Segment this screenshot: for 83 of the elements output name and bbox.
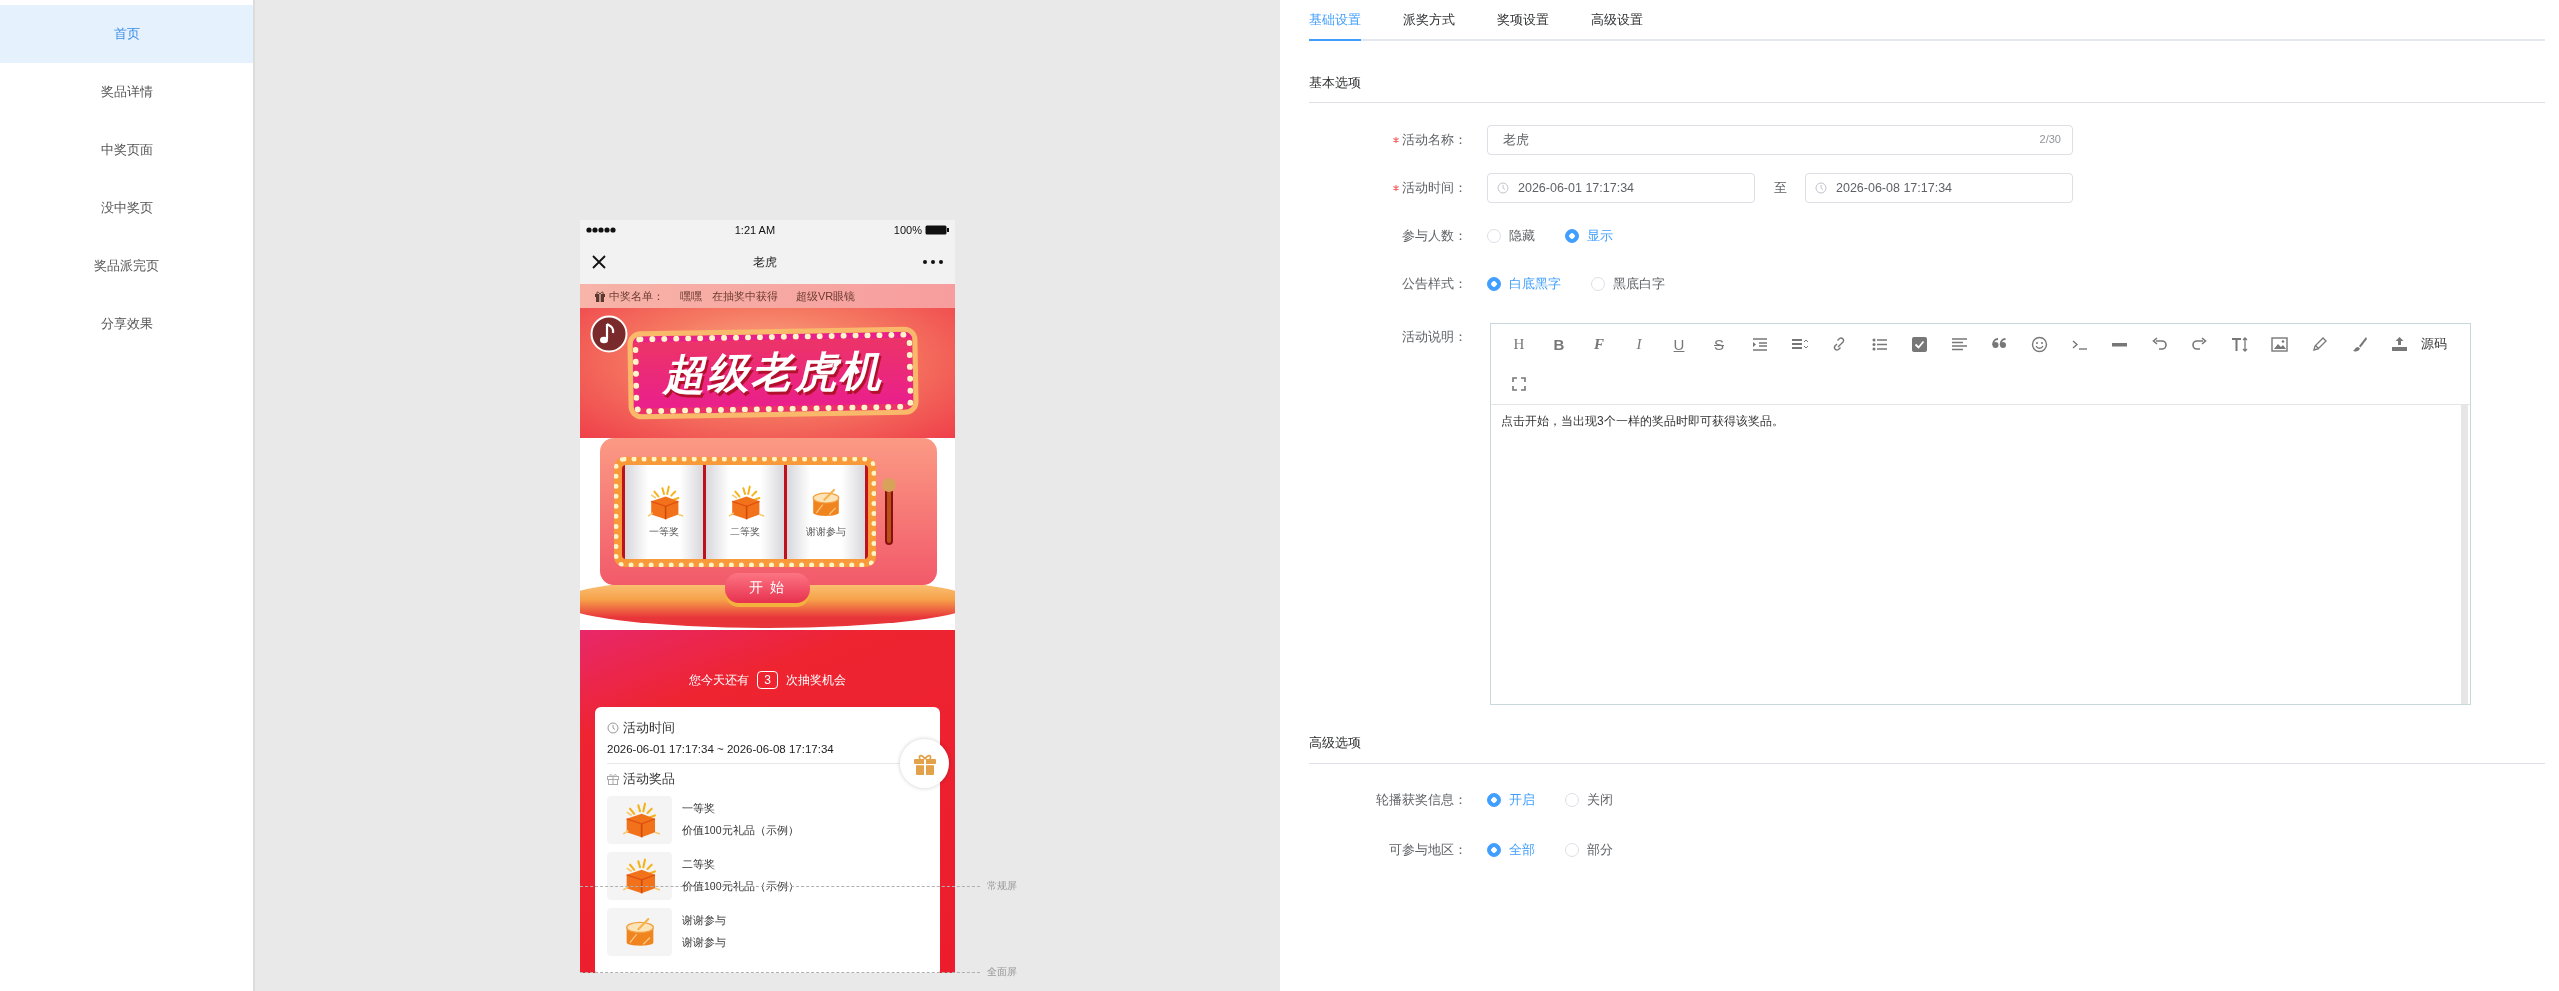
prize-name: 二等奖 <box>682 858 716 872</box>
ticker-text: 超级VR眼镜 <box>796 288 856 304</box>
pencil-icon[interactable] <box>2310 335 2328 353</box>
banner-title: 超级老虎机 <box>662 346 883 400</box>
emoji-icon[interactable] <box>2030 335 2048 353</box>
undo-icon[interactable] <box>2150 335 2168 353</box>
option-label[interactable]: 关闭 <box>1587 791 1613 809</box>
page-title: 老虎 <box>753 253 777 271</box>
clock-icon <box>1497 182 1509 194</box>
clock-icon <box>1815 182 1827 194</box>
chances-count: 3 <box>757 671 778 689</box>
radio-button[interactable] <box>1487 793 1501 807</box>
field-label: 活动说明： <box>1402 328 1467 346</box>
sidebar-item[interactable]: 奖品详情 <box>0 63 253 121</box>
date-time-field[interactable]: 2026-06-08 17:17:34 <box>1805 173 2073 203</box>
radio-button[interactable] <box>1487 277 1501 291</box>
indent-icon[interactable] <box>1750 335 1768 353</box>
upload-icon[interactable] <box>2390 335 2408 353</box>
field-label: 活动名称： <box>1402 131 1467 149</box>
date-time-field[interactable]: 2026-06-01 17:17:34 <box>1487 173 1755 203</box>
character-counter: 2/30 <box>2039 133 2061 145</box>
option-label[interactable]: 黑底白字 <box>1613 275 1665 293</box>
field-label: 轮播获奖信息： <box>1376 791 1467 809</box>
prize-name: 谢谢参与 <box>682 914 726 928</box>
guide-label: 全面屏 <box>987 965 1017 979</box>
ticker-text: 在抽奖中获得 <box>712 288 778 304</box>
format-button[interactable]: H <box>1499 324 1539 364</box>
clock-icon <box>607 722 619 734</box>
more-icon[interactable] <box>923 260 943 264</box>
sidebar-item[interactable]: 没中奖页 <box>0 179 253 237</box>
image-icon[interactable] <box>2270 335 2288 353</box>
battery-percentage: 100% <box>893 224 922 236</box>
lever-drawing <box>881 476 897 547</box>
gift-icon <box>607 773 619 785</box>
option-label[interactable]: 隐藏 <box>1509 227 1535 245</box>
format-button[interactable]: F <box>1579 324 1619 364</box>
section-heading: 活动奖品 <box>623 770 675 788</box>
checkbox-icon[interactable] <box>1910 335 1928 353</box>
field-label: 公告样式： <box>1402 275 1467 293</box>
tab[interactable]: 派奖方式 <box>1403 0 1455 41</box>
signal-icon <box>586 226 616 234</box>
prize-description: 价值100元礼品（示例） <box>682 824 799 838</box>
format-button[interactable]: B <box>1539 324 1579 364</box>
format-button[interactable]: I <box>1619 324 1659 364</box>
time-range: 2026-06-01 17:17:34 ~ 2026-06-08 17:17:34 <box>607 743 835 755</box>
prize-description: 谢谢参与 <box>682 936 726 950</box>
section-heading: 高级选项 <box>1309 705 2545 764</box>
field-label: 参与人数： <box>1402 227 1467 245</box>
source-button[interactable]: 源码 <box>2419 324 2449 364</box>
ticker-label: 中奖名单： <box>609 288 664 304</box>
music-note-icon[interactable] <box>590 315 628 353</box>
sidebar-item[interactable]: 分享效果 <box>0 295 253 353</box>
status-time: 1:21 AM <box>734 224 776 236</box>
chances-text: 次抽奖机会 <box>785 671 846 689</box>
reel-label: 一等奖 <box>649 524 679 539</box>
close-icon[interactable] <box>591 254 607 270</box>
sidebar-item[interactable]: 中奖页面 <box>0 121 253 179</box>
chances-text: 您今天还有 <box>689 671 750 689</box>
range-separator: 至 <box>1773 180 1787 195</box>
gift-icon <box>595 290 605 302</box>
fullscreen-icon[interactable] <box>1512 377 1526 391</box>
reel-label: 谢谢参与 <box>806 524 846 539</box>
redo-icon[interactable] <box>2190 335 2208 353</box>
field-label: 可参与地区： <box>1389 841 1467 859</box>
field-label: 活动时间： <box>1402 179 1467 197</box>
ticker-text: 嘿嘿 <box>680 288 702 304</box>
align-left-icon[interactable] <box>1950 335 1968 353</box>
format-button[interactable]: S <box>1699 324 1739 364</box>
editor-content[interactable]: 点击开始，当出现3个一样的奖品时即可获得该奖品。 <box>1501 414 1784 428</box>
battery-icon <box>925 225 949 235</box>
option-label[interactable]: 部分 <box>1587 841 1613 859</box>
sidebar-item[interactable]: 奖品派完页 <box>0 237 253 295</box>
tab[interactable]: 奖项设置 <box>1497 0 1549 41</box>
format-button[interactable]: U <box>1659 324 1699 364</box>
text-size-icon[interactable] <box>2230 335 2248 353</box>
tab[interactable]: 高级设置 <box>1591 0 1643 41</box>
guide-label: 常规屏 <box>987 879 1017 893</box>
radio-button[interactable] <box>1565 229 1579 243</box>
section-heading: 活动时间 <box>623 719 675 737</box>
radio-button[interactable] <box>1487 843 1501 857</box>
reel-label: 二等奖 <box>730 524 760 539</box>
prize-name: 一等奖 <box>682 802 716 816</box>
section-heading: 基本选项 <box>1309 41 2545 103</box>
